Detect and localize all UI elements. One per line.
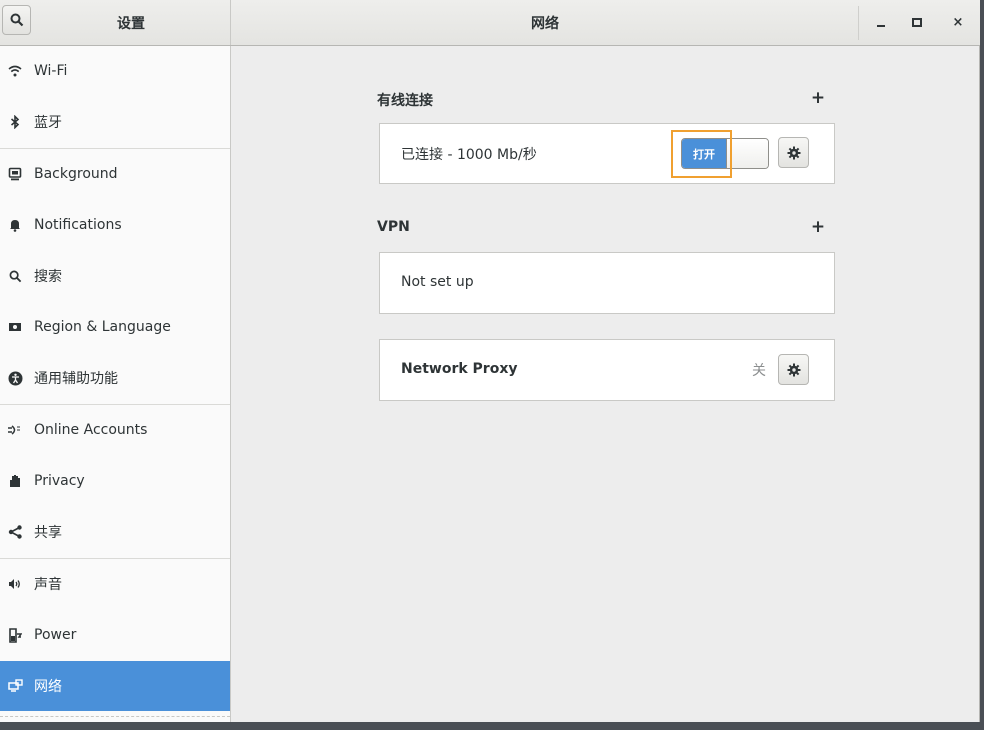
sidebar-item-label: 蓝牙 — [34, 115, 62, 131]
wired-section-title: 有线连接 — [377, 93, 433, 109]
proxy-label: Network Proxy — [401, 361, 518, 377]
search-icon — [10, 13, 23, 27]
proxy-state: 关 — [752, 363, 766, 379]
sidebar-item-label: Background — [34, 166, 118, 182]
sidebar-item-label: Region & Language — [34, 319, 171, 335]
sidebar-item-label: 网络 — [34, 679, 62, 695]
power-icon — [6, 627, 24, 643]
sidebar-item-label: 声音 — [34, 577, 62, 593]
vpn-status: Not set up — [401, 274, 474, 290]
sidebar-item-region[interactable]: Region & Language — [0, 302, 230, 352]
wired-status: 已连接 - 1000 Mb/秒 — [401, 147, 537, 163]
wired-connection-row: 已连接 - 1000 Mb/秒 打开 — [379, 123, 835, 184]
bluetooth-icon — [6, 115, 24, 129]
search-icon — [6, 270, 24, 283]
sidebar-item-label: 共享 — [34, 525, 62, 541]
switch-knob — [726, 139, 768, 168]
sidebar-item-background[interactable]: Background — [0, 149, 230, 199]
sidebar-item-notifications[interactable]: Notifications — [0, 200, 230, 250]
vpn-row: Not set up — [379, 252, 835, 314]
wired-settings-button[interactable] — [778, 137, 809, 168]
sidebar-item-sharing[interactable]: 共享 — [0, 507, 230, 557]
header-bar: 设置 网络 × — [0, 0, 980, 46]
region-icon — [6, 321, 24, 333]
maximize-button[interactable] — [903, 8, 931, 36]
network-panel: 有线连接 + 已连接 - 1000 Mb/秒 打开 VPN + Not set … — [231, 46, 980, 722]
sidebar-item-label: 通用辅助功能 — [34, 371, 118, 387]
sidebar-item-bluetooth[interactable]: 蓝牙 — [0, 97, 230, 147]
minimize-button[interactable] — [867, 8, 895, 36]
sidebar-item-label: Privacy — [34, 473, 85, 489]
privacy-hand-icon — [6, 474, 24, 488]
sidebar-item-label: Online Accounts — [34, 422, 148, 438]
page-title: 网络 — [531, 15, 559, 32]
close-icon: × — [952, 14, 964, 30]
network-proxy-row[interactable]: Network Proxy 关 — [379, 339, 835, 401]
background-icon — [6, 167, 24, 181]
header-left: 设置 — [0, 0, 231, 45]
add-vpn-button[interactable]: + — [810, 217, 826, 237]
sound-icon — [6, 578, 24, 590]
sidebar-item-label: Notifications — [34, 217, 122, 233]
proxy-settings-button[interactable] — [778, 354, 809, 385]
sidebar-title: 设置 — [117, 15, 145, 32]
sidebar-item-label: Wi-Fi — [34, 63, 68, 79]
highlight-box — [671, 130, 732, 178]
share-icon — [6, 525, 24, 539]
sidebar-item-search[interactable]: 搜索 — [0, 251, 230, 301]
sidebar-item-accessibility[interactable]: 通用辅助功能 — [0, 353, 230, 403]
sidebar-bottom-edge — [0, 716, 230, 717]
gear-icon — [787, 363, 800, 376]
header-separator — [858, 6, 859, 40]
minimize-icon — [877, 25, 885, 27]
accessibility-icon — [6, 371, 24, 386]
maximize-icon — [912, 17, 922, 27]
add-wired-button[interactable]: + — [810, 88, 826, 108]
sidebar-item-network[interactable]: 网络 — [0, 661, 230, 711]
close-button[interactable]: × — [944, 8, 972, 36]
sidebar-item-label: 搜索 — [34, 269, 62, 285]
settings-window: 设置 网络 × Wi-Fi 蓝牙 Background Notification… — [0, 0, 980, 722]
sidebar: Wi-Fi 蓝牙 Background Notifications 搜索 Reg… — [0, 46, 231, 722]
sidebar-item-online-accounts[interactable]: Online Accounts — [0, 405, 230, 455]
sidebar-item-wifi[interactable]: Wi-Fi — [0, 46, 230, 96]
notifications-icon — [6, 218, 24, 232]
search-button[interactable] — [2, 5, 31, 35]
sidebar-item-power[interactable]: Power — [0, 610, 230, 660]
wifi-icon — [6, 65, 24, 77]
network-icon — [6, 679, 24, 693]
sidebar-item-label: Power — [34, 627, 77, 643]
sidebar-item-sound[interactable]: 声音 — [0, 559, 230, 609]
sidebar-item-privacy[interactable]: Privacy — [0, 456, 230, 506]
vpn-section-title: VPN — [377, 219, 410, 235]
gear-icon — [787, 146, 800, 159]
online-accounts-icon — [6, 423, 24, 437]
